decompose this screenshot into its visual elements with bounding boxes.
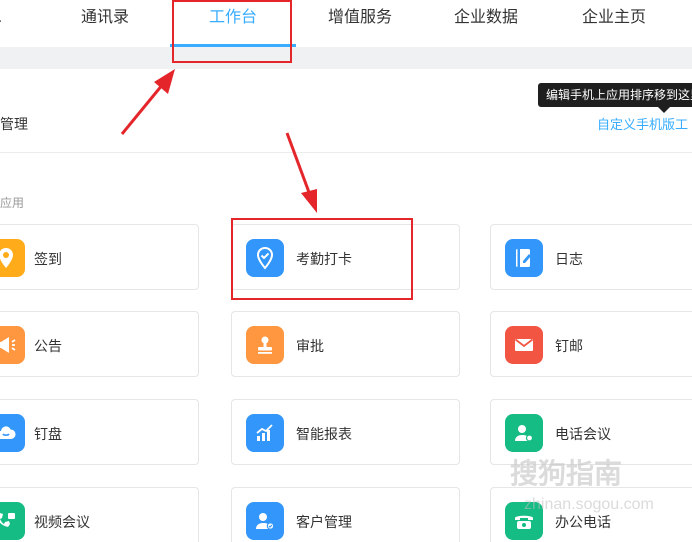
tab-value-added-services[interactable]: 增值服务 — [312, 0, 408, 47]
app-card-label: 审批 — [296, 338, 324, 354]
location-pin-icon — [0, 239, 25, 277]
conference-call-icon — [505, 414, 543, 452]
app-card-label: 电话会议 — [555, 426, 611, 442]
nav-divider-band — [0, 47, 692, 69]
app-card[interactable]: 日志 — [490, 224, 692, 290]
tab-contacts[interactable]: 通讯录 — [60, 0, 150, 47]
app-card[interactable]: 签到 — [0, 224, 199, 290]
bar-chart-icon — [246, 414, 284, 452]
app-card-label: 日志 — [555, 251, 583, 267]
management-title: 管理 — [0, 116, 28, 132]
app-card[interactable]: 钉盘 — [0, 399, 199, 465]
app-card-label: 钉邮 — [555, 338, 583, 354]
cloud-drive-icon — [0, 414, 25, 452]
app-card[interactable]: 钉邮 — [490, 311, 692, 377]
highlight-box-workbench-tab — [172, 0, 292, 63]
app-card-label: 视频会议 — [34, 514, 90, 530]
app-card-label: 客户管理 — [296, 514, 352, 530]
app-card-label: 办公电话 — [555, 514, 611, 530]
app-card[interactable]: 公告 — [0, 311, 199, 377]
app-card-label: 签到 — [34, 251, 62, 267]
envelope-icon — [505, 326, 543, 364]
tooltip: 编辑手机上应用排序移到这里 — [538, 83, 692, 107]
top-navigation: . 通讯录 工作台 增值服务 企业数据 企业主页 — [0, 0, 692, 47]
app-card[interactable]: 视频会议 — [0, 487, 199, 542]
app-card-label: 钉盘 — [34, 426, 62, 442]
nav-edge-fragment: . — [0, 0, 6, 47]
app-card[interactable]: 审批 — [231, 311, 460, 377]
app-card-label: 智能报表 — [296, 426, 352, 442]
management-bar: 管理 自定义手机版工 — [0, 69, 692, 153]
app-card[interactable]: 客户管理 — [231, 487, 460, 542]
customer-icon — [246, 502, 284, 540]
tab-enterprise-homepage[interactable]: 企业主页 — [566, 0, 662, 47]
notebook-pen-icon — [505, 239, 543, 277]
customize-mobile-workbench-link[interactable]: 自定义手机版工 — [597, 114, 688, 133]
app-card-label: 公告 — [34, 338, 62, 354]
stamp-icon — [246, 326, 284, 364]
watermark-url: zhinan.sogou.com — [524, 496, 654, 513]
watermark: 搜狗指南 — [510, 458, 623, 489]
tab-enterprise-data[interactable]: 企业数据 — [438, 0, 534, 47]
video-call-icon — [0, 502, 25, 540]
tooltip-arrow — [658, 107, 670, 113]
megaphone-icon — [0, 326, 25, 364]
app-card[interactable]: 智能报表 — [231, 399, 460, 465]
highlight-box-attendance-card — [231, 218, 413, 300]
section-label: 应用 — [0, 196, 25, 210]
